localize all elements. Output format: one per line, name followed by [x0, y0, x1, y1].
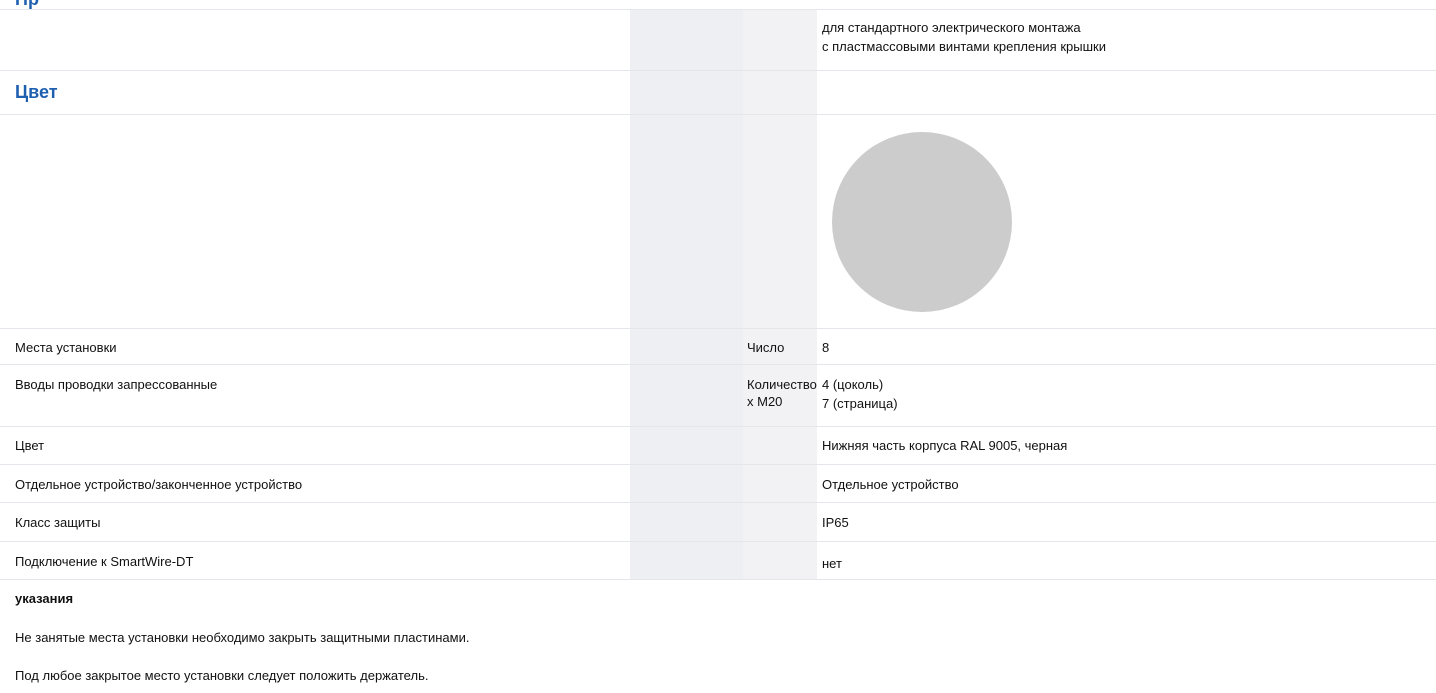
table-row: Класс защиты IP65: [0, 502, 1436, 542]
row-label: Цвет: [15, 438, 45, 453]
description-line-1: для стандартного электрического монтажа: [822, 20, 1081, 35]
color-swatch-circle: [832, 132, 1012, 312]
color-image-row: [0, 114, 1436, 329]
color-section-title: Цвет: [15, 82, 58, 102]
notes-title: указания: [15, 591, 74, 606]
row-label: Подключение к SmartWire-DT: [15, 554, 194, 569]
description-line-2: с пластмассовыми винтами крепления крышк…: [822, 39, 1106, 54]
description-row: для стандартного электрического монтажа …: [0, 9, 1436, 71]
row-value: Нижняя часть корпуса RAL 9005, черная: [822, 438, 1068, 453]
row-label: Класс защиты: [15, 515, 101, 530]
row-value: нет: [822, 556, 842, 571]
table-row: Места установки Число 8: [0, 328, 1436, 365]
note-item: Не занятые места установки необходимо за…: [15, 630, 470, 645]
clipped-section-heading: Пр: [15, 0, 39, 9]
table-bottom-divider: [0, 579, 1436, 580]
row-label: Отдельное устройство/законченное устройс…: [15, 477, 303, 492]
row-value: 8: [822, 340, 830, 355]
row-value: IP65: [822, 515, 849, 530]
table-row: Вводы проводки запрессованные Количество…: [0, 364, 1436, 427]
row-label: Места установки: [15, 340, 117, 355]
row-value-line-1: 4 (цоколь): [822, 377, 884, 392]
color-heading-row: Цвет: [0, 70, 1436, 115]
row-unit: Количество x M20: [747, 377, 817, 409]
row-value: Отдельное устройство: [822, 477, 959, 492]
table-row: Подключение к SmartWire-DT нет: [0, 541, 1436, 580]
row-value-line-2: 7 (страница): [822, 396, 898, 411]
note-item: Под любое закрытое место установки следу…: [15, 668, 429, 683]
table-row: Отдельное устройство/законченное устройс…: [0, 464, 1436, 503]
table-row: Цвет Нижняя часть корпуса RAL 9005, черн…: [0, 426, 1436, 465]
row-label: Вводы проводки запрессованные: [15, 377, 218, 392]
row-unit: Число: [747, 340, 785, 355]
